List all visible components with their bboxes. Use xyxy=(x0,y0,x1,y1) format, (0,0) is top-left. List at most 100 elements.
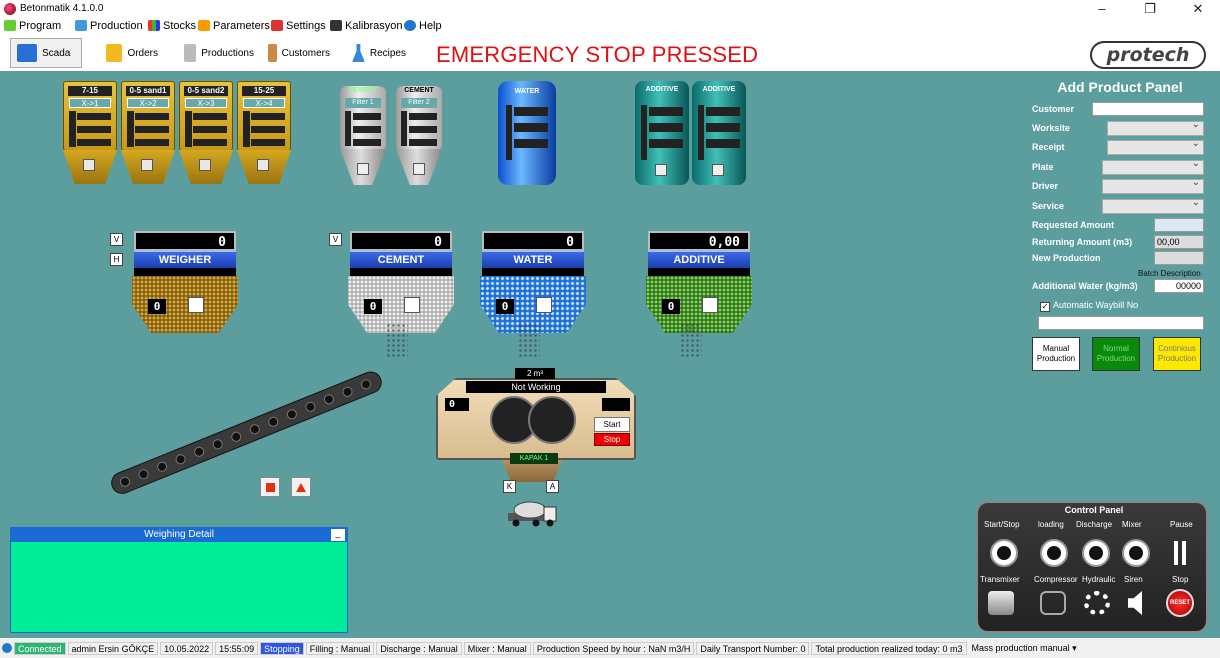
scale-name: WEIGHER xyxy=(134,251,236,268)
continuous-production-button[interactable]: Continious Production xyxy=(1153,337,1201,371)
scale-display: 0,00 xyxy=(648,231,750,251)
scale-count: 0 xyxy=(496,299,514,314)
aggregate-bin-2[interactable]: 0-5 sand1 X->2 xyxy=(121,81,175,184)
tank-valve-indicator[interactable] xyxy=(655,164,667,176)
hydraulic-icon[interactable] xyxy=(1084,591,1110,615)
silo-gate-indicator[interactable] xyxy=(357,163,369,175)
worksite-select[interactable] xyxy=(1107,119,1204,136)
siren-icon[interactable] xyxy=(1128,591,1142,615)
reset-button[interactable]: RESET xyxy=(1166,589,1194,617)
scale-gate-indicator[interactable] xyxy=(188,297,204,313)
start-stop-knob[interactable] xyxy=(990,539,1018,567)
menu-help[interactable]: Help xyxy=(404,20,442,34)
menu-kalibrasyon[interactable]: Kalibrasyon xyxy=(330,20,402,34)
weigher-scale[interactable]: 0 WEIGHER 0 xyxy=(132,229,238,339)
close-button[interactable]: ✕ xyxy=(1184,0,1212,18)
menu-stocks[interactable]: Stocks xyxy=(148,20,196,34)
normal-production-button[interactable]: Normal Production xyxy=(1092,337,1140,371)
new-production-value xyxy=(1154,251,1204,265)
gate-close-button[interactable]: K xyxy=(503,480,516,493)
conveyor-roller xyxy=(303,400,317,414)
aggregate-bin-4[interactable]: 15-25 X->4 xyxy=(237,81,291,184)
additional-water-input[interactable]: 00000 xyxy=(1154,279,1204,293)
scale-gate-indicator[interactable] xyxy=(536,297,552,313)
date-status: 10.05.2022 xyxy=(160,641,214,655)
manual-production-button[interactable]: Manual Production xyxy=(1032,337,1080,371)
service-select[interactable] xyxy=(1102,197,1204,214)
menu-bar: Program Production Stocks Parameters Set… xyxy=(0,18,1220,35)
bin-gate-indicator[interactable] xyxy=(141,159,153,171)
cement-v-button[interactable]: V xyxy=(329,233,342,246)
window-title: Betonmatik 4.1.0.0 xyxy=(20,3,104,14)
additive-tank-2[interactable]: ADDITIVE xyxy=(692,81,746,185)
mixer-stop-button[interactable]: Stop xyxy=(594,433,630,446)
gate-open-button[interactable]: A xyxy=(546,480,559,493)
menu-settings[interactable]: Settings xyxy=(271,20,326,34)
waybill-number-input[interactable] xyxy=(1038,316,1204,330)
weigher-h-button[interactable]: H xyxy=(110,253,123,266)
silo-gate-indicator[interactable] xyxy=(413,163,425,175)
service-label: Service xyxy=(1032,201,1065,211)
customers-button[interactable]: Customers xyxy=(262,38,336,68)
bin-gate-indicator[interactable] xyxy=(257,159,269,171)
minimize-button[interactable]: – xyxy=(1088,0,1116,18)
silo-level xyxy=(401,111,407,146)
customer-input[interactable] xyxy=(1092,102,1204,116)
aggregate-bin-1[interactable]: 7-15 X->1 xyxy=(63,81,117,184)
restore-button[interactable]: ❐ xyxy=(1136,0,1164,18)
orders-button[interactable]: Orders xyxy=(100,38,164,68)
compressor-label: Compressor xyxy=(1034,575,1078,584)
scale-gate-indicator[interactable] xyxy=(702,297,718,313)
new-production-label: New Production xyxy=(1032,253,1101,263)
silo-bar xyxy=(353,113,381,120)
tank-valve-indicator[interactable] xyxy=(712,164,724,176)
requested-amount-input[interactable] xyxy=(1154,218,1204,232)
driver-select[interactable] xyxy=(1102,177,1204,194)
mixer-mode-status: Mixer : Manual xyxy=(463,641,531,655)
recipes-label: Recipes xyxy=(369,47,406,59)
conveyor-belt[interactable] xyxy=(107,368,386,498)
conveyor-stop-button[interactable] xyxy=(260,477,280,497)
aggregate-bin-3[interactable]: 0-5 sand2 X->3 xyxy=(179,81,233,184)
conveyor-roller xyxy=(211,437,225,451)
bin-gate-indicator[interactable] xyxy=(199,159,211,171)
bin-gate-indicator[interactable] xyxy=(83,159,95,171)
mass-production-dropdown[interactable]: Mass production manual ▾ xyxy=(969,642,1080,655)
program-icon xyxy=(4,20,16,31)
loading-knob[interactable] xyxy=(1040,539,1068,567)
bin-level xyxy=(69,111,76,147)
pause-icon[interactable] xyxy=(1174,541,1178,565)
menu-parameters[interactable]: Parameters xyxy=(198,20,270,34)
receipt-select[interactable] xyxy=(1107,138,1204,155)
menu-program[interactable]: Program xyxy=(4,20,61,34)
compressor-icon[interactable] xyxy=(1040,591,1066,615)
silo-filter: Filter 2 xyxy=(401,98,437,108)
auto-waybill-checkbox[interactable]: ✓ xyxy=(1040,302,1050,312)
cement-silo-1[interactable]: CEMENT Filter 1 xyxy=(340,81,386,186)
conveyor-roller xyxy=(118,475,132,489)
menu-production[interactable]: Production xyxy=(75,20,143,34)
transmixer-icon[interactable] xyxy=(988,591,1014,615)
additive-tank-1[interactable]: ADDITIVE xyxy=(635,81,689,185)
customer-label: Customer xyxy=(1032,104,1075,114)
conveyor-up-button[interactable] xyxy=(291,477,311,497)
scada-button[interactable]: Scada xyxy=(10,38,82,68)
menu-settings-label: Settings xyxy=(286,20,326,32)
silo-bar xyxy=(409,139,437,146)
weighing-detail-header: Weighing Detail _ xyxy=(11,528,347,542)
scale-gate-indicator[interactable] xyxy=(404,297,420,313)
bin-bar xyxy=(251,113,285,120)
weigher-v-button[interactable]: V xyxy=(110,233,123,246)
plate-select[interactable] xyxy=(1102,158,1204,175)
recipes-button[interactable]: Recipes xyxy=(346,38,412,68)
arrow-up-icon xyxy=(296,483,306,492)
auto-waybill-row[interactable]: ✓ Automatic Waybill No xyxy=(1040,298,1138,312)
mixer-knob[interactable] xyxy=(1122,539,1150,567)
cement-silo-2[interactable]: CEMENT Filter 2 xyxy=(396,81,442,186)
discharge-knob[interactable] xyxy=(1082,539,1110,567)
mixer-start-button[interactable]: Start xyxy=(594,417,630,432)
weighing-detail-minimize[interactable]: _ xyxy=(331,529,345,541)
productions-button[interactable]: Productions xyxy=(178,38,260,68)
water-tank[interactable]: WATER xyxy=(498,81,556,185)
mixer-count: 0 xyxy=(445,398,469,411)
